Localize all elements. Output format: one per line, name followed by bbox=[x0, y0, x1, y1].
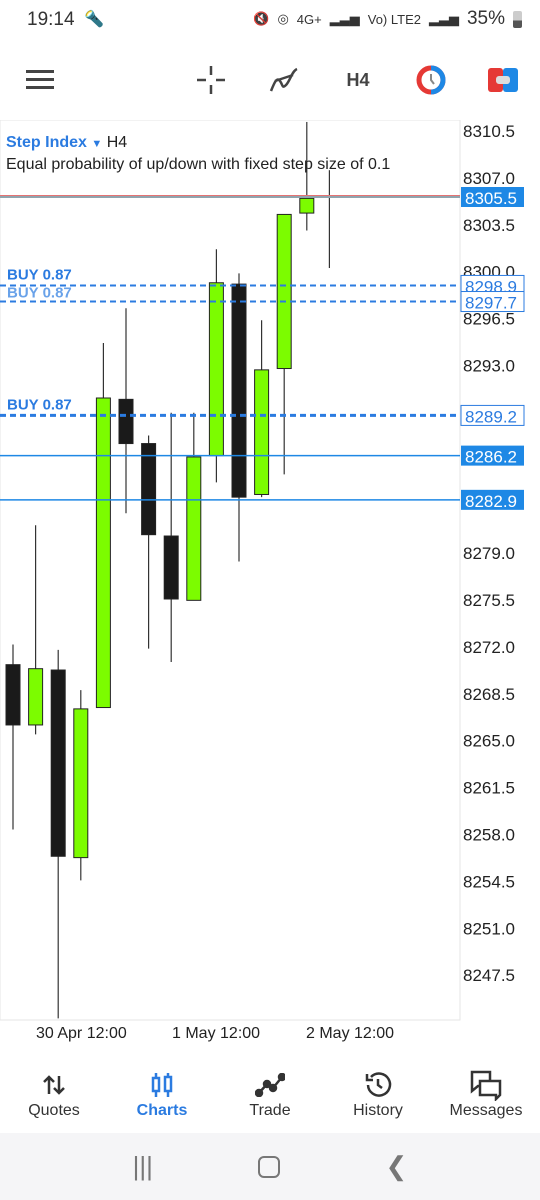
candle-body bbox=[95, 397, 111, 709]
battery-level: 35% bbox=[466, 8, 505, 29]
flashlight-icon: 🔦 bbox=[84, 11, 104, 28]
timeframe-button[interactable]: H4 bbox=[338, 62, 378, 98]
back-button[interactable]: ❮ bbox=[386, 1151, 408, 1182]
battery-icon bbox=[513, 10, 522, 28]
nav-history[interactable]: History bbox=[324, 1060, 432, 1133]
y-tick-label: 8272.0 bbox=[463, 638, 515, 657]
indicators-icon bbox=[269, 67, 298, 92]
bottom-nav: Quotes Charts Trade History Messages bbox=[0, 1060, 540, 1133]
nav-label: Trade bbox=[249, 1102, 291, 1119]
y-tick-label: 8251.0 bbox=[463, 919, 515, 938]
trade-line-icon bbox=[255, 1068, 285, 1102]
hotspot-icon: ◎ bbox=[277, 11, 289, 26]
candle-body bbox=[141, 443, 157, 536]
y-tick-label: 8303.5 bbox=[463, 216, 515, 235]
price-tag-label: 8297.7 bbox=[465, 294, 517, 313]
y-tick-label: 8307.0 bbox=[463, 169, 515, 188]
messages-icon bbox=[469, 1068, 503, 1102]
signal2-icon: ▂▃▅ bbox=[428, 11, 459, 26]
y-tick-label: 8265.0 bbox=[463, 732, 515, 751]
candle-body bbox=[254, 369, 270, 495]
x-tick-label: 1 May 12:00 bbox=[172, 1025, 260, 1042]
plot-area bbox=[0, 120, 461, 1021]
candle-body bbox=[118, 398, 134, 445]
y-tick-label: 8293.0 bbox=[463, 357, 515, 376]
status-time: 19:14 bbox=[27, 9, 75, 30]
order-label: BUY 0.87 bbox=[7, 266, 72, 283]
symbol-description: Equal probability of up/down with fixed … bbox=[6, 156, 391, 173]
candle-body bbox=[5, 664, 21, 726]
recent-apps-button[interactable]: ||| bbox=[133, 1151, 153, 1182]
nav-messages[interactable]: Messages bbox=[432, 1060, 540, 1133]
y-tick-label: 8275.5 bbox=[463, 591, 515, 610]
price-tag-label: 8286.2 bbox=[465, 448, 517, 467]
network2-label: Vo) LTE2 bbox=[367, 11, 421, 27]
nav-label: Quotes bbox=[28, 1102, 80, 1119]
candles-icon bbox=[150, 1068, 174, 1102]
candle-body bbox=[208, 282, 224, 457]
clock-trade-icon bbox=[416, 65, 446, 95]
order-label: BUY 0.87 bbox=[7, 396, 72, 413]
price-chart[interactable]: 8310.58307.08303.58300.08296.58293.08279… bbox=[0, 120, 540, 1055]
candle-body bbox=[186, 456, 202, 601]
y-tick-label: 8254.5 bbox=[463, 872, 515, 891]
nav-charts[interactable]: Charts bbox=[108, 1060, 216, 1133]
nav-label: Messages bbox=[449, 1102, 523, 1119]
y-tick-label: 8261.5 bbox=[463, 779, 515, 798]
trade-icon bbox=[488, 68, 518, 92]
price-tag-label: 8305.5 bbox=[465, 189, 517, 208]
system-nav-bar: ||| ❮ bbox=[0, 1133, 540, 1200]
symbol-selector[interactable]: Step Index bbox=[6, 134, 87, 151]
nav-label: History bbox=[353, 1102, 403, 1119]
candle-body bbox=[50, 669, 66, 857]
y-tick-label: 8247.5 bbox=[463, 966, 515, 985]
one-click-trading-button[interactable] bbox=[413, 62, 449, 98]
candle-body bbox=[299, 197, 315, 214]
candle-body bbox=[73, 708, 89, 859]
x-tick-label: 2 May 12:00 bbox=[306, 1025, 394, 1042]
nav-trade[interactable]: Trade bbox=[216, 1060, 324, 1133]
dropdown-arrow-icon[interactable]: ▼ bbox=[91, 138, 102, 150]
y-tick-label: 8258.0 bbox=[463, 826, 515, 845]
crosshair-button[interactable] bbox=[193, 62, 229, 98]
signal-icon: ▂▃▅ bbox=[329, 11, 360, 26]
nav-label: Charts bbox=[136, 1102, 188, 1119]
crosshair-icon bbox=[197, 66, 225, 94]
x-tick-label: 30 Apr 12:00 bbox=[36, 1025, 127, 1042]
menu-button[interactable] bbox=[22, 62, 58, 98]
arrows-up-down-icon bbox=[42, 1068, 66, 1102]
nav-quotes[interactable]: Quotes bbox=[0, 1060, 108, 1133]
toolbar: H4 bbox=[0, 50, 540, 110]
y-tick-label: 8310.5 bbox=[463, 122, 515, 141]
y-tick-label: 8279.0 bbox=[463, 544, 515, 563]
candle-body bbox=[28, 668, 44, 726]
trade-button[interactable] bbox=[485, 62, 521, 98]
price-tag-label: 8289.2 bbox=[465, 407, 517, 426]
chart-timeframe: H4 bbox=[106, 134, 128, 151]
candle-body bbox=[276, 213, 292, 370]
network-label: 4G+ bbox=[296, 11, 322, 27]
order-label: BUY 0.87 bbox=[7, 285, 72, 302]
price-tag-label: 8282.9 bbox=[465, 492, 517, 511]
status-bar: 19:14 🔦 🔇 ◎ 4G+ ▂▃▅ Vo) LTE2 ▂▃▅ 35% bbox=[0, 0, 540, 40]
indicators-button[interactable] bbox=[266, 62, 302, 98]
candle-body bbox=[231, 283, 247, 498]
home-button[interactable] bbox=[258, 1155, 281, 1178]
chart-header: Step Index ▼ H4 Equal probability of up/… bbox=[6, 134, 390, 173]
candle-body bbox=[163, 535, 179, 600]
mute-icon: 🔇 bbox=[253, 11, 270, 26]
y-tick-label: 8268.5 bbox=[463, 685, 515, 704]
hamburger-icon bbox=[26, 70, 54, 89]
history-icon bbox=[363, 1068, 393, 1102]
